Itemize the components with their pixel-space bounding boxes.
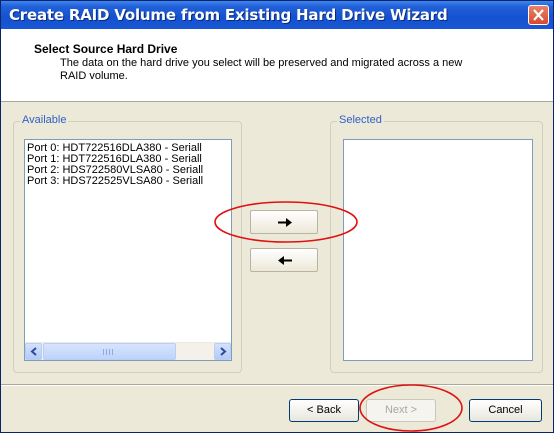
selected-group-label: Selected	[337, 114, 384, 126]
close-button[interactable]	[528, 5, 549, 25]
back-button[interactable]: < Back	[289, 399, 359, 422]
available-group-label: Available	[20, 114, 69, 126]
available-list: Port 0: HDT722516DLA380 - Seriall Port 1…	[25, 140, 231, 187]
footer-divider	[1, 384, 553, 386]
chevron-left-icon	[30, 347, 37, 356]
available-listbox[interactable]: Port 0: HDT722516DLA380 - Seriall Port 1…	[24, 139, 232, 361]
list-item[interactable]: Port 3: HDS722525VLSA80 - Seriall	[25, 176, 231, 187]
wizard-header: Select Source Hard Drive The data on the…	[1, 29, 553, 102]
annotation-circle-arrow	[214, 201, 358, 243]
cancel-button[interactable]: Cancel	[469, 399, 542, 422]
selected-group: Selected	[330, 114, 543, 373]
horizontal-scrollbar[interactable]	[25, 342, 231, 360]
scroll-thumb[interactable]	[43, 343, 176, 360]
scroll-grip	[103, 349, 115, 355]
page-description: The data on the hard drive you select wi…	[60, 57, 463, 82]
wizard-window: Create RAID Volume from Existing Hard Dr…	[0, 0, 554, 433]
annotation-circle-next	[359, 384, 463, 432]
scroll-right-button[interactable]	[214, 343, 231, 360]
close-icon	[533, 9, 544, 21]
available-group: Available Port 0: HDT722516DLA380 - Seri…	[13, 114, 242, 373]
chevron-right-icon	[220, 347, 227, 356]
title-bar[interactable]: Create RAID Volume from Existing Hard Dr…	[1, 1, 553, 29]
window-title: Create RAID Volume from Existing Hard Dr…	[9, 6, 448, 24]
scroll-left-button[interactable]	[25, 343, 42, 360]
arrow-left-icon	[278, 256, 292, 265]
selected-listbox[interactable]	[343, 139, 533, 361]
remove-from-selected-button[interactable]	[250, 248, 318, 272]
page-title: Select Source Hard Drive	[34, 42, 178, 56]
